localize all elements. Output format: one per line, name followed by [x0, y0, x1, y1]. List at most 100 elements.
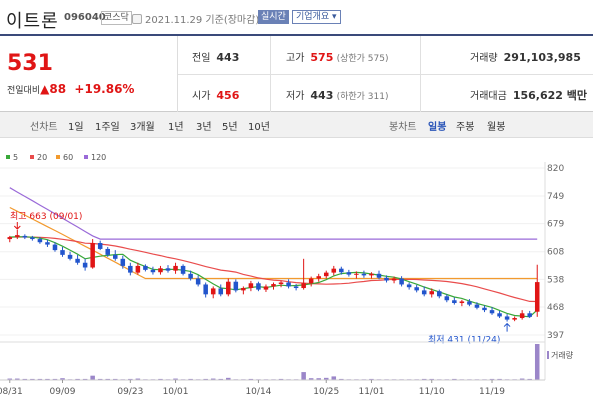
open-price: 시가 456: [192, 87, 239, 102]
candle-body: [354, 273, 359, 275]
candle-body: [399, 278, 404, 285]
candle-monthly[interactable]: 월봉: [487, 118, 505, 133]
x-tick-label: 11/10: [419, 387, 445, 397]
candle-body: [188, 273, 193, 279]
candle-body: [143, 265, 148, 270]
candle-body: [512, 318, 517, 320]
candle-body: [226, 281, 231, 295]
high-limit: (상한가 575): [336, 54, 389, 64]
divider: [420, 36, 421, 112]
volume-value: 291,103,985: [503, 51, 581, 64]
candle-body: [256, 283, 261, 290]
period-1d[interactable]: 1일: [68, 118, 84, 133]
candle-body: [75, 258, 80, 263]
candle-body: [120, 258, 126, 266]
volume-bar: [534, 344, 540, 380]
candle-body: [105, 248, 110, 255]
candle-daily[interactable]: 일봉: [428, 118, 446, 133]
y-tick-label: 679: [547, 220, 564, 230]
candle-body: [489, 310, 495, 314]
volume: 거래량 291,103,985: [470, 49, 581, 64]
period-10y[interactable]: 10년: [248, 118, 270, 133]
y-tick-label: 397: [547, 331, 564, 341]
chart-svg: 5 20 60 120 820 749 679 608 538 468 397 최고 663 (09/…: [0, 153, 574, 397]
candle-body: [203, 284, 208, 295]
date-label: 2021.11.29 기준(장마감): [145, 15, 260, 26]
candle-body: [135, 265, 141, 273]
change-label: 전일대비: [7, 86, 41, 96]
period-5y[interactable]: 5년: [222, 118, 238, 133]
candle-body: [218, 288, 224, 295]
candle-body: [173, 265, 178, 271]
candle-body: [15, 235, 20, 238]
candle-body: [534, 282, 540, 312]
candle-chart-label: 봉차트: [389, 122, 417, 133]
stock-chart[interactable]: 5 20 60 120 820 749 679 608 538 468 397 최고 663 (09/…: [0, 148, 593, 413]
low-limit: (하한가 311): [336, 92, 389, 102]
period-1w[interactable]: 1주일: [95, 118, 120, 133]
candle-body: [293, 286, 299, 289]
legend-swatch: [30, 155, 34, 159]
candle-body: [30, 237, 35, 240]
candle-body: [504, 316, 510, 320]
moving-average-line-ma20: [9, 236, 538, 303]
volume-legend-swatch: [547, 351, 549, 359]
candle-body: [421, 290, 427, 295]
x-tick-label: 10/14: [245, 387, 271, 397]
candle-body: [429, 291, 434, 295]
divider: [270, 36, 271, 112]
legend-label-ma120: 120: [91, 153, 106, 162]
candle-body: [369, 273, 374, 276]
candle-body: [165, 268, 171, 271]
candle-body: [519, 313, 525, 319]
price-info-panel: 531 전일대비▲88 +19.86% 전일 443 고가 575 (상한가 575…: [0, 34, 593, 112]
y-tick-label: 538: [547, 275, 564, 285]
period-1y[interactable]: 1년: [168, 118, 184, 133]
candle-body: [384, 277, 389, 281]
clock-icon: [132, 14, 142, 24]
legend-swatch: [6, 155, 10, 159]
company-info-dropdown[interactable]: 기업개요 ▾: [292, 10, 341, 24]
change-pct: +19.86%: [74, 82, 135, 96]
trade-amount: 거래대금 156,622 백만: [470, 87, 587, 103]
low-annotation: 최저 431 (11/24): [428, 335, 500, 346]
candle-body: [391, 278, 397, 281]
candle-body: [60, 250, 65, 255]
candle-body: [316, 276, 321, 279]
candle-body: [452, 300, 457, 304]
candle-body: [527, 313, 532, 317]
candle-body: [301, 283, 306, 289]
candle-body: [437, 291, 442, 297]
candle-body: [286, 282, 291, 287]
candle-body: [195, 278, 201, 285]
candle-body: [233, 281, 239, 291]
candle-body: [278, 282, 284, 285]
market-badge: 코스닥: [101, 11, 132, 25]
candle-body: [150, 269, 156, 273]
legend-label-ma20: 20: [37, 153, 47, 162]
period-3m[interactable]: 3개월: [130, 118, 155, 133]
y-tick-label: 749: [547, 192, 564, 202]
candle-body: [210, 288, 216, 295]
candle-weekly[interactable]: 주봉: [456, 118, 474, 133]
volume-bar: [301, 372, 306, 380]
x-tick-label: 09/09: [50, 387, 76, 397]
high-value: 575: [310, 51, 334, 64]
low-price: 저가 443 (하한가 311): [286, 87, 388, 102]
period-bar: 선차트 1일 1주일 3개월 1년 3년 5년 10년 봉차트 일봉 주봉 월봉: [0, 112, 593, 138]
legend-swatch: [84, 155, 88, 159]
candle-body: [414, 287, 419, 291]
candle-body: [113, 254, 118, 259]
realtime-button[interactable]: 실시간: [258, 10, 289, 24]
high-price: 고가 575 (상한가 575): [286, 49, 388, 64]
current-price-box: 531 전일대비▲88 +19.86%: [0, 36, 178, 112]
candle-body: [474, 304, 480, 308]
candle-body: [128, 265, 133, 273]
candle-body: [339, 268, 344, 273]
x-tick-label: 08/31: [0, 387, 23, 397]
candle-body: [323, 272, 329, 277]
x-tick-label: 11/01: [358, 387, 384, 397]
x-tick-label: 11/19: [479, 387, 505, 397]
period-3y[interactable]: 3년: [196, 118, 212, 133]
candle-body: [467, 301, 472, 305]
